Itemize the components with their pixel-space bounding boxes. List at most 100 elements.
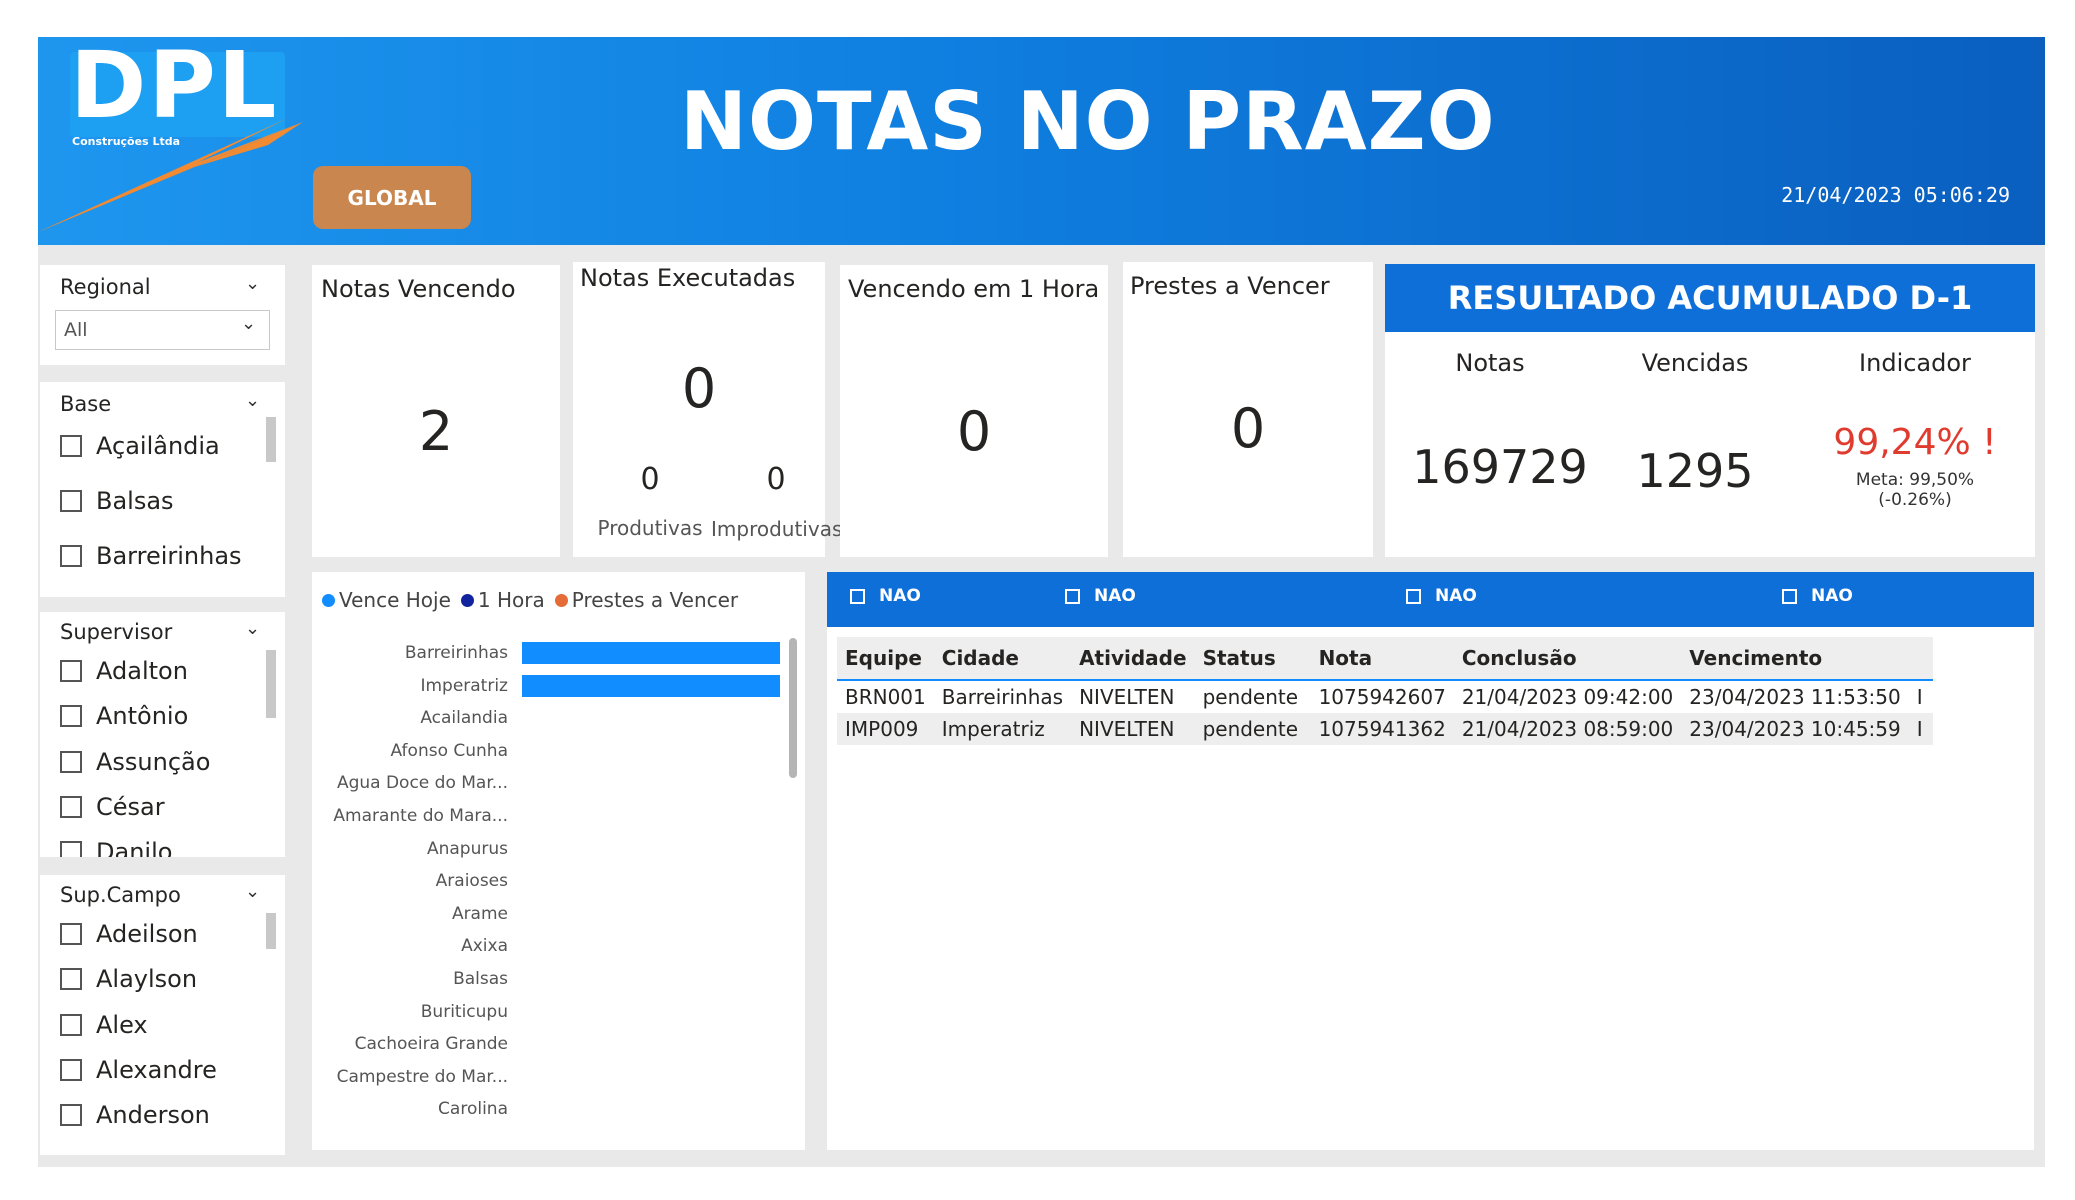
improdutivas-value: 0 bbox=[766, 462, 786, 497]
chevron-down-icon[interactable]: ⌄ bbox=[245, 390, 260, 411]
table-row[interactable]: BRN001 Barreirinhas NIVELTEN pendente 10… bbox=[837, 680, 1933, 713]
base-scrollbar[interactable] bbox=[266, 417, 276, 462]
category-label: Afonso Cunha bbox=[390, 740, 508, 761]
supervisor-option[interactable]: Adalton bbox=[60, 657, 188, 685]
checkbox[interactable] bbox=[60, 705, 82, 727]
checkbox[interactable] bbox=[60, 968, 82, 990]
bar-vence-hoje[interactable] bbox=[522, 674, 780, 697]
legend-marker-1-hora bbox=[460, 593, 474, 607]
checkbox[interactable] bbox=[60, 660, 82, 682]
checkbox[interactable] bbox=[60, 923, 82, 945]
checkbox[interactable] bbox=[850, 588, 865, 604]
filter-nao-4[interactable]: NAO bbox=[1782, 586, 1853, 606]
produtivas-value: 0 bbox=[640, 462, 660, 497]
cell-status: pendente bbox=[1202, 685, 1299, 709]
table-row[interactable]: IMP009 Imperatriz NIVELTEN pendente 1075… bbox=[837, 713, 1933, 745]
sup-campo-option[interactable]: Anderson bbox=[60, 1101, 210, 1129]
category-label: Balsas bbox=[453, 969, 508, 989]
vencidas-value: 1295 bbox=[1636, 444, 1754, 498]
sup-campo-slicer-title: Sup.Campo bbox=[60, 883, 181, 907]
base-option-balsas[interactable]: Balsas bbox=[60, 487, 174, 515]
filter-nao-2[interactable]: NAO bbox=[1065, 586, 1136, 606]
category-label: Barreirinhas bbox=[404, 643, 508, 663]
column-header-status[interactable]: Status bbox=[1195, 637, 1311, 680]
regional-slicer-title: Regional bbox=[60, 275, 151, 299]
checkbox[interactable] bbox=[60, 435, 82, 457]
chevron-down-icon[interactable]: ⌄ bbox=[245, 273, 260, 294]
sup-campo-option[interactable]: Alaylson bbox=[60, 965, 197, 993]
category-label: Carolina bbox=[438, 1099, 508, 1120]
category-label: Anapurus bbox=[426, 838, 508, 859]
column-header-vencimento[interactable]: Vencimento bbox=[1681, 637, 1908, 680]
checkbox[interactable] bbox=[1406, 588, 1421, 604]
category-label: Amarante do Mara... bbox=[333, 806, 508, 826]
checkbox[interactable] bbox=[60, 751, 82, 773]
kpi-prestes-vencer: Prestes a Vencer 0 bbox=[1123, 262, 1373, 557]
legend-label: 1 Hora bbox=[477, 588, 545, 612]
kpi-title: Vencendo em 1 Hora bbox=[848, 275, 1100, 303]
supervisor-option[interactable]: César bbox=[60, 793, 165, 821]
category-label: Buriticupu bbox=[420, 1001, 508, 1022]
sup-campo-scrollbar[interactable] bbox=[266, 913, 276, 949]
checkbox[interactable] bbox=[1065, 588, 1080, 604]
kpi-value: 0 bbox=[1230, 397, 1266, 460]
cell-conclusao: 21/04/2023 09:42:00 bbox=[1461, 685, 1674, 709]
filter-nao-3[interactable]: NAO bbox=[1406, 586, 1477, 606]
sup-campo-option[interactable]: Adeilson bbox=[60, 920, 198, 948]
category-label: Acailandia bbox=[420, 708, 508, 729]
category-label: Arame bbox=[451, 903, 508, 924]
checkbox[interactable] bbox=[60, 490, 82, 512]
indicador-column-header: Indicador bbox=[1859, 349, 1971, 377]
produtivas-label: Produtivas bbox=[597, 516, 703, 540]
column-header-atividade[interactable]: Atividade bbox=[1071, 637, 1194, 680]
cell-equipe: BRN001 bbox=[845, 685, 926, 709]
column-header-cidade[interactable]: Cidade bbox=[934, 637, 1071, 680]
legend-label: Prestes a Vencer bbox=[571, 588, 739, 612]
checkbox[interactable] bbox=[60, 545, 82, 567]
checkbox[interactable] bbox=[1782, 588, 1797, 604]
cell-extra: I bbox=[1916, 717, 1923, 741]
category-label: Imperatriz bbox=[420, 675, 508, 696]
base-slicer-title: Base bbox=[60, 392, 112, 416]
indicador-value: 99,24% ! bbox=[1833, 422, 1997, 463]
legend-marker-vence-hoje bbox=[322, 593, 335, 607]
checkbox[interactable] bbox=[60, 1014, 82, 1036]
checkbox[interactable] bbox=[60, 796, 82, 818]
checkbox[interactable] bbox=[60, 1059, 82, 1081]
cell-vencimento: 23/04/2023 10:45:59 bbox=[1689, 717, 1901, 741]
base-option-acailandia[interactable]: Açailândia bbox=[60, 432, 220, 460]
sup-campo-option[interactable]: Alexandre bbox=[60, 1056, 217, 1084]
supervisor-scrollbar[interactable] bbox=[266, 650, 276, 718]
cell-vencimento: 23/04/2023 11:53:50 bbox=[1689, 685, 1901, 709]
column-header-nota[interactable]: Nota bbox=[1311, 637, 1454, 680]
category-label: Campestre do Mar... bbox=[336, 1066, 508, 1087]
supervisor-slicer-title: Supervisor bbox=[60, 620, 173, 644]
bar-vence-hoje[interactable] bbox=[522, 642, 780, 664]
supervisor-option[interactable]: Antônio bbox=[60, 702, 188, 730]
sup-campo-option[interactable]: Alex bbox=[60, 1011, 148, 1039]
chevron-down-icon[interactable]: ⌄ bbox=[245, 618, 260, 639]
supervisor-option[interactable]: Assunção bbox=[60, 748, 210, 776]
base-slicer: Base ⌄ Açailândia Balsas Barreirinhas bbox=[40, 382, 285, 597]
chevron-down-icon[interactable]: ⌄ bbox=[245, 881, 260, 902]
chart-scrollbar[interactable] bbox=[789, 638, 797, 778]
kpi-title: Notas Vencendo bbox=[321, 275, 516, 303]
column-header-conclusao[interactable]: Conclusão bbox=[1454, 637, 1681, 680]
sup-campo-slicer: Sup.Campo ⌄ Adeilson Alaylson Alex Alexa… bbox=[40, 875, 285, 1155]
kpi-notas-vencendo: Notas Vencendo 2 bbox=[312, 265, 560, 557]
checkbox[interactable] bbox=[60, 1104, 82, 1126]
column-header-equipe[interactable]: Equipe bbox=[837, 637, 934, 680]
global-button[interactable]: GLOBAL bbox=[313, 166, 471, 229]
cell-status: pendente bbox=[1202, 717, 1299, 741]
base-option-barreirinhas[interactable]: Barreirinhas bbox=[60, 542, 242, 570]
category-label: Araioses bbox=[435, 871, 508, 892]
kpi-vencendo-1-hora: Vencendo em 1 Hora 0 bbox=[840, 265, 1108, 557]
filter-nao-1[interactable]: NAO bbox=[850, 586, 921, 606]
supervisor-slicer: Supervisor ⌄ Adalton Antônio Assunção Cé… bbox=[40, 612, 285, 857]
cell-conclusao: 21/04/2023 08:59:00 bbox=[1461, 717, 1674, 741]
chevron-down-icon: ⌄ bbox=[241, 313, 257, 334]
cell-cidade: Barreirinhas bbox=[941, 685, 1064, 709]
checkbox[interactable] bbox=[60, 841, 82, 857]
regional-dropdown[interactable]: All ⌄ bbox=[55, 310, 270, 350]
supervisor-option[interactable]: Danilo bbox=[60, 838, 172, 857]
